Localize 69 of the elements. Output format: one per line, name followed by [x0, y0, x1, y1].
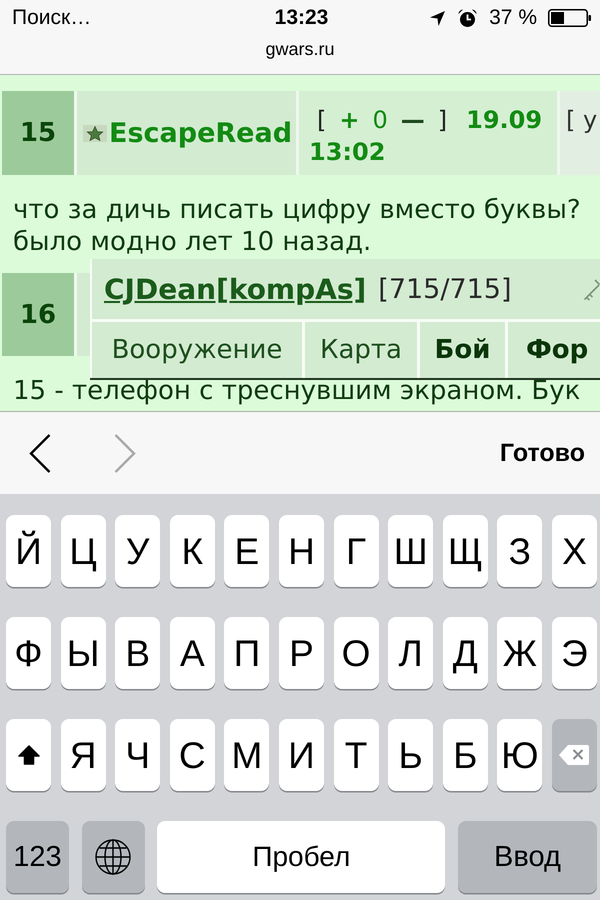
vote-bracket: [	[317, 105, 326, 136]
battery-icon	[548, 9, 591, 27]
popup-menu-item[interactable]: Фор	[508, 322, 600, 378]
post-text: что за дичь писать цифру вместо буквы? было модно лет 10 назад.	[13, 194, 581, 258]
post-date: 19.09	[466, 105, 542, 136]
letter-key[interactable]: Д	[442, 617, 488, 689]
back-link[interactable]: Поиск…	[12, 6, 92, 30]
letter-key[interactable]: Л	[388, 617, 434, 689]
letter-key[interactable]: О	[334, 617, 379, 689]
letter-key[interactable]: Э	[552, 617, 597, 689]
star-icon	[83, 124, 107, 142]
letter-key[interactable]: А	[170, 617, 215, 689]
letter-key[interactable]: Щ	[442, 515, 488, 587]
player-name-link[interactable]: CJDean[kompAs]	[104, 272, 366, 306]
letter-key[interactable]: Ч	[115, 719, 160, 791]
return-key[interactable]: Ввод	[458, 821, 597, 893]
letter-key[interactable]: Е	[224, 515, 270, 587]
post-time: 13:02	[309, 137, 386, 168]
battery-percent: 37 %	[489, 6, 537, 30]
done-button[interactable]: Готово	[500, 438, 585, 468]
letter-key[interactable]: З	[497, 515, 542, 587]
popup-menu-item[interactable]: Бой	[420, 322, 505, 378]
numbers-key[interactable]: 123	[6, 821, 69, 893]
letter-key[interactable]: Ь	[388, 719, 434, 791]
letter-key[interactable]: У	[115, 515, 160, 587]
letter-key[interactable]: Г	[334, 515, 379, 587]
letter-key[interactable]: Й	[6, 515, 51, 587]
language-key[interactable]	[82, 821, 145, 893]
vote-score: 0	[372, 105, 388, 136]
chevron-right-icon	[114, 434, 136, 472]
letter-key[interactable]: Ю	[497, 719, 542, 791]
clock-time: 13:23	[274, 6, 328, 30]
backspace-icon	[558, 744, 590, 766]
letter-key[interactable]: Ж	[497, 617, 542, 689]
letter-key[interactable]: К	[170, 515, 215, 587]
table-cell: [ у	[560, 91, 600, 175]
post-text: 15 - телефон с треснувшим экраном. Бук	[13, 375, 580, 407]
letter-key[interactable]: М	[224, 719, 270, 791]
letter-key[interactable]: С	[170, 719, 215, 791]
key-icon	[583, 279, 600, 301]
letter-key[interactable]: Ф	[6, 617, 51, 689]
letter-key[interactable]: Н	[278, 515, 324, 587]
letter-key[interactable]: И	[278, 719, 324, 791]
letter-key[interactable]: Т	[334, 719, 379, 791]
space-key[interactable]: Пробел	[157, 821, 446, 893]
chevron-left-icon	[29, 434, 51, 472]
popup-menu-item[interactable]: Карта	[305, 322, 417, 378]
post-number: 15	[2, 91, 74, 175]
letter-key[interactable]: Ц	[60, 515, 106, 587]
post-number: 16	[2, 273, 74, 356]
shift-key[interactable]	[6, 719, 51, 791]
letter-key[interactable]: П	[224, 617, 270, 689]
letter-key[interactable]: Х	[552, 515, 597, 587]
health-counter: [715/715]	[378, 274, 512, 304]
author-link[interactable]: EscapeRead	[109, 118, 292, 148]
globe-icon	[95, 839, 132, 875]
vote-bracket: ]	[438, 105, 448, 136]
vote-minus-link[interactable]: —	[400, 104, 425, 136]
letter-key[interactable]: Ы	[60, 617, 106, 689]
address-label[interactable]: gwars.ru	[265, 39, 335, 60]
letter-key[interactable]: Ш	[388, 515, 434, 587]
letter-key[interactable]: Р	[278, 617, 324, 689]
popup-menu-item[interactable]: Вооружение	[92, 322, 302, 378]
letter-key[interactable]: Б	[442, 719, 488, 791]
letter-key[interactable]: В	[115, 617, 160, 689]
letter-key[interactable]: Я	[60, 719, 106, 791]
alarm-clock-icon	[458, 8, 478, 28]
vote-plus-link[interactable]: +	[339, 104, 360, 136]
location-arrow-icon	[430, 10, 446, 26]
